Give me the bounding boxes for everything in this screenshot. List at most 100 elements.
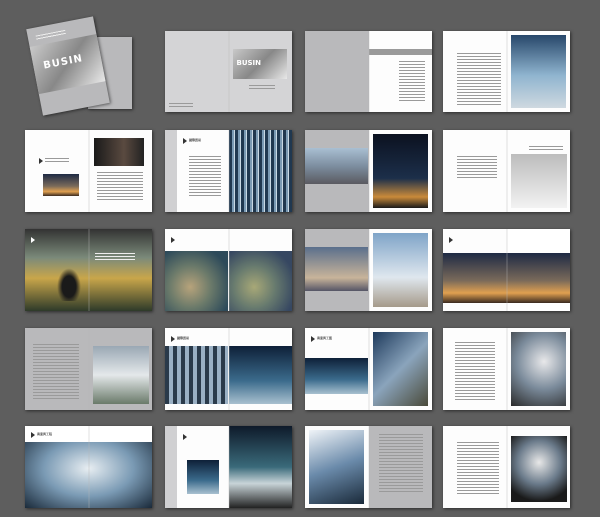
photo-city-skyline <box>305 148 368 184</box>
heading-commerce-engineering: 商業與工程 <box>37 432 53 436</box>
spread-r4c3: 商業與工藝 <box>305 328 432 410</box>
chevron-icon <box>31 237 35 243</box>
gutter <box>367 31 370 112</box>
contents-list <box>398 61 425 103</box>
chevron-icon <box>311 336 315 342</box>
page-right <box>506 328 570 410</box>
header-band <box>368 49 432 55</box>
page-right <box>368 31 432 112</box>
page-right <box>88 130 152 212</box>
page-left <box>305 31 369 112</box>
page-left: 國際貿易 <box>165 130 229 212</box>
page-left: 國際貿易 <box>165 328 229 410</box>
photo-interior <box>228 426 292 508</box>
photo-glass-atrium <box>228 130 292 212</box>
photo-sculpture <box>55 265 83 301</box>
gutter <box>227 229 230 311</box>
page-right <box>228 328 292 410</box>
spread-r5c4 <box>443 426 570 508</box>
chevron-icon <box>39 158 43 164</box>
gutter <box>87 130 90 212</box>
page-text <box>528 146 563 152</box>
photo-bridge-sunset <box>372 134 428 208</box>
photo-modern-tower <box>510 332 566 406</box>
page-text <box>457 442 499 496</box>
page-left <box>443 328 507 410</box>
page-right <box>228 426 292 508</box>
page-right <box>368 229 432 311</box>
page-right <box>506 31 570 112</box>
photo-office-building <box>92 346 149 404</box>
spread-r1c2: BUSIN <box>165 31 292 112</box>
gutter <box>505 31 508 112</box>
spread-r3c1 <box>25 229 152 311</box>
page-left <box>165 426 229 508</box>
gutter <box>227 31 230 112</box>
spread-r4c2: 國際貿易 <box>165 328 292 410</box>
gutter <box>87 426 90 508</box>
spread-r3c2 <box>165 229 292 311</box>
photo-harbor-skyline <box>305 358 368 394</box>
spread-r5c1: 商業與工程 <box>25 426 152 508</box>
photo-aerial-city <box>165 251 228 311</box>
page-text <box>96 172 143 202</box>
brochure-canvas: { "cover": {"title": "BUSIN"}, "headings… <box>0 0 600 517</box>
page-left <box>305 130 369 212</box>
page-right <box>88 328 152 410</box>
spread-r3c4 <box>443 229 570 311</box>
spread-r3c3 <box>305 229 432 311</box>
spread-r1c4 <box>443 31 570 112</box>
gutter <box>505 229 508 311</box>
side-band <box>165 426 177 508</box>
page-left <box>25 328 89 410</box>
spread-r2c4 <box>443 130 570 212</box>
heading-intl-trade-2: 國際貿易 <box>177 336 190 340</box>
gutter <box>367 426 370 508</box>
gutter <box>87 229 90 311</box>
chevron-icon <box>449 237 453 243</box>
photo-portrait <box>93 138 144 166</box>
cover-text <box>35 29 67 41</box>
spread-r5c3 <box>305 426 432 508</box>
photo-columns <box>165 346 228 404</box>
heading-business: BUSIN <box>236 59 262 67</box>
brochure-cover: BUSIN <box>26 16 110 116</box>
page-text <box>169 103 193 107</box>
data-table <box>457 156 497 180</box>
chevron-icon <box>171 237 175 243</box>
chevron-icon <box>171 336 175 342</box>
gutter <box>367 328 370 410</box>
page-left <box>305 229 369 311</box>
photo-skyline-blue <box>228 346 292 404</box>
photo-curved-tower <box>309 430 364 504</box>
gutter <box>367 130 370 212</box>
page-right <box>506 130 570 212</box>
page-left <box>25 130 89 212</box>
gutter <box>505 328 508 410</box>
page-right: BUSIN <box>228 31 292 112</box>
page-left <box>443 130 507 212</box>
page-text <box>95 253 135 261</box>
photo-eiffel-tower <box>510 154 567 208</box>
page-left <box>443 426 507 508</box>
gutter <box>227 130 230 212</box>
chevron-icon <box>31 432 35 438</box>
spread-r4c4 <box>443 328 570 410</box>
page-left <box>305 426 369 508</box>
gutter <box>505 426 508 508</box>
spread-r4c1 <box>25 328 152 410</box>
spread-r1c3 <box>305 31 432 112</box>
spread-r2c1 <box>25 130 152 212</box>
photo-building-facade <box>372 332 428 406</box>
photo-skyscraper <box>510 35 566 108</box>
page-right <box>368 328 432 410</box>
spread-r2c3 <box>305 130 432 212</box>
spread-r2c2: 國際貿易 <box>165 130 292 212</box>
page-left <box>165 31 229 112</box>
page-left: 商業與工藝 <box>305 328 369 410</box>
side-band <box>165 130 177 212</box>
page-right <box>368 426 432 508</box>
page-right <box>368 130 432 212</box>
photo-small-tower <box>187 460 219 494</box>
heading-commerce-craft: 商業與工藝 <box>317 336 333 340</box>
